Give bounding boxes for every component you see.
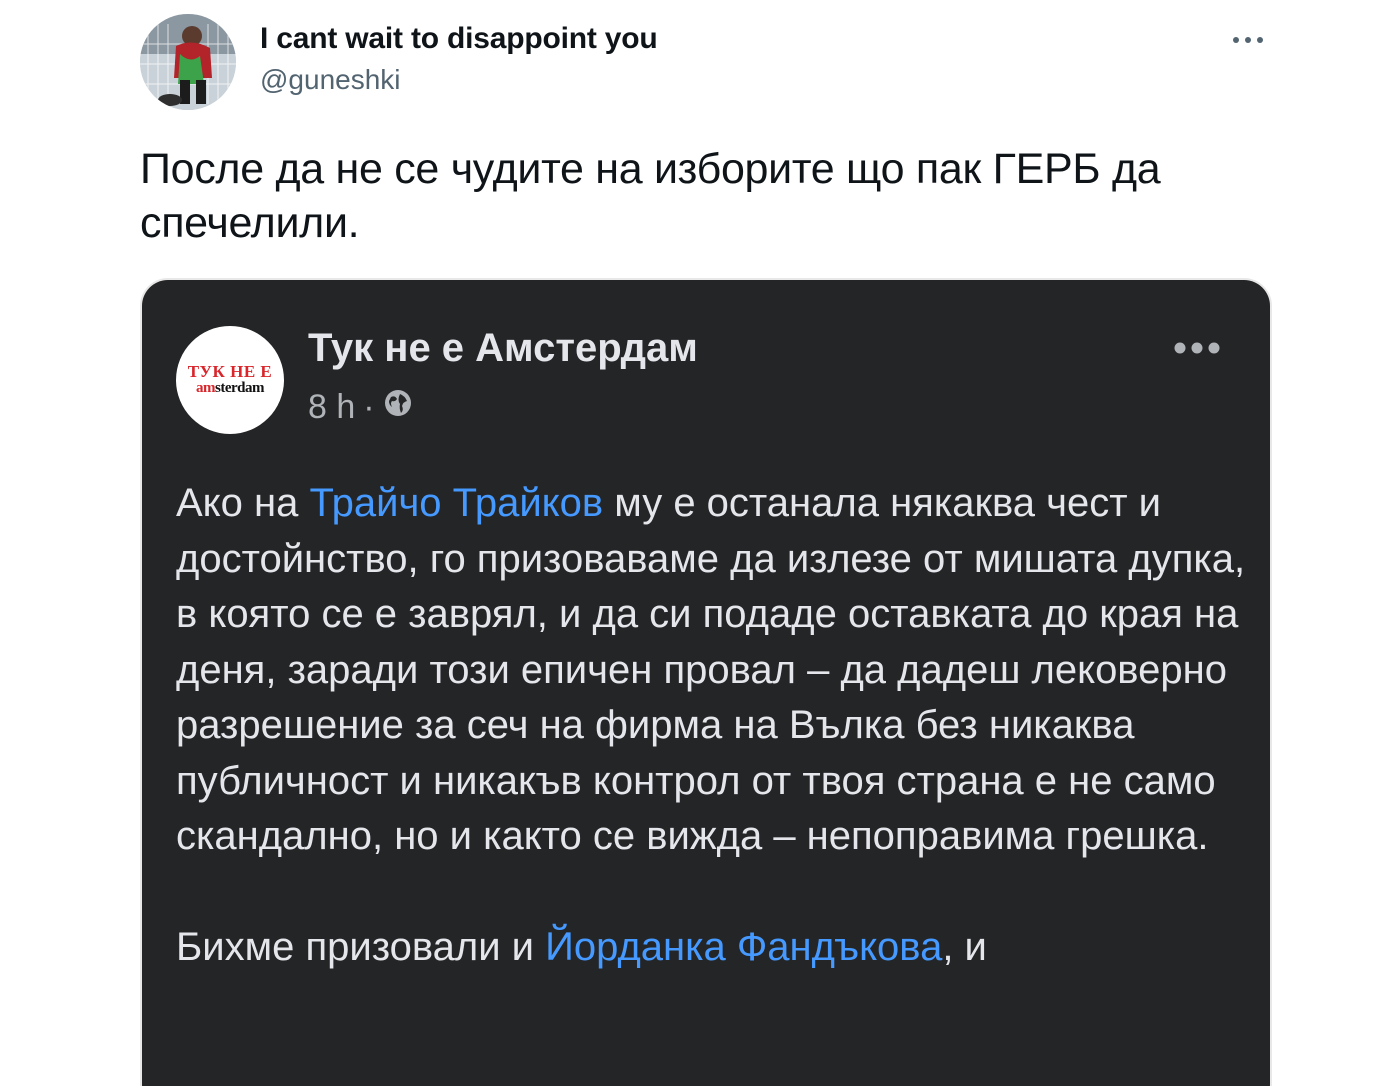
avatar-photo <box>140 14 236 110</box>
post-time: 8 h <box>308 388 356 426</box>
paragraph-2-rest: , и <box>942 924 987 969</box>
post-meta: 8 h · <box>308 388 413 427</box>
display-name[interactable]: I cant wait to disappoint you <box>260 22 658 56</box>
tweet-header: I cant wait to disappoint you @guneshki <box>140 14 1280 114</box>
post-paragraph-1: Ако на Трайчо Трайков му е останала няка… <box>176 476 1256 865</box>
embedded-facebook-screenshot[interactable]: ТУК НЕ Е amsterdam Тук не е Амстердам 8 … <box>142 280 1270 1086</box>
meta-separator: · <box>363 388 375 426</box>
logo-text-rest: sterdam <box>215 380 265 396</box>
paragraph-1-start: Ако на <box>176 481 310 525</box>
more-icon[interactable] <box>1172 338 1222 358</box>
screenshot-page: I cant wait to disappoint you @guneshki … <box>0 0 1400 1086</box>
paragraph-1-rest: му е останала някаква чест и достойнство… <box>176 481 1246 858</box>
user-handle[interactable]: @guneshki <box>260 64 401 96</box>
logo-text-red: am <box>196 380 216 396</box>
globe-icon <box>383 388 413 427</box>
more-icon[interactable] <box>1228 28 1268 52</box>
logo-text-line2: amsterdam <box>196 380 265 397</box>
logo-text-line1: ТУК НЕ Е <box>187 362 273 381</box>
page-name: Тук не е Амстердам <box>308 326 698 370</box>
post-paragraph-2: Бихме призовали и Йорданка Фандъкова, и <box>176 920 1256 976</box>
mention-link[interactable]: Йорданка Фандъкова <box>545 925 942 969</box>
post-body: Ако на Трайчо Трайков му е останала няка… <box>176 476 1256 975</box>
avatar[interactable] <box>140 14 236 110</box>
page-avatar: ТУК НЕ Е amsterdam <box>176 326 284 434</box>
mention-link[interactable]: Трайчо Трайков <box>309 481 603 525</box>
paragraph-2-start: Бихме призовали и <box>176 924 546 969</box>
tweet-text: После да не се чудите на изборите що пак… <box>140 145 1161 247</box>
